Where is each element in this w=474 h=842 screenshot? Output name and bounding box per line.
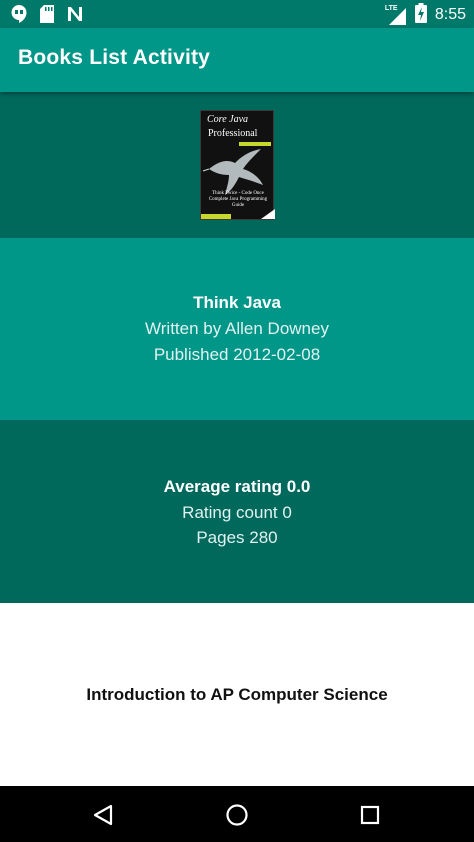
lte-signal-icon: LTE	[385, 5, 407, 25]
hangouts-icon	[10, 4, 28, 28]
book-info-section[interactable]: Think Java Written by Allen Downey Publi…	[0, 238, 474, 420]
cover-subtitle: Professional	[208, 128, 258, 139]
rating-count: Rating count 0	[182, 503, 292, 522]
page-title: Books List Activity	[18, 46, 211, 69]
book-cover-section[interactable]: Core Java Professional Think Twice - Cod…	[0, 92, 474, 238]
back-button[interactable]	[86, 798, 120, 832]
book-rating-section[interactable]: Average rating 0.0 Rating count 0 Pages …	[0, 420, 474, 603]
recents-button[interactable]	[353, 798, 387, 832]
list-item-title: Introduction to AP Computer Science	[86, 685, 388, 704]
status-bar: LTE 8:55	[0, 0, 474, 28]
book-author: Written by Allen Downey	[145, 319, 329, 338]
notification-icons	[10, 4, 84, 28]
home-circle-icon	[226, 804, 248, 826]
battery-charging-icon	[414, 3, 427, 27]
n-notification-icon	[66, 5, 84, 27]
book-published-date: Published 2012-02-08	[153, 345, 321, 364]
system-icons: LTE 8:55	[385, 3, 466, 27]
recents-square-icon	[360, 805, 380, 825]
page-count: Pages 280	[196, 528, 278, 547]
app-bar: Books List Activity	[0, 28, 474, 92]
list-item[interactable]: Introduction to AP Computer Science	[0, 603, 474, 786]
cover-tagline: Think Twice - Code Once Complete Java Pr…	[208, 191, 268, 208]
home-button[interactable]	[220, 798, 254, 832]
book-title: Think Java	[193, 293, 281, 312]
sd-card-icon	[40, 5, 54, 27]
clock: 8:55	[434, 6, 466, 23]
average-rating: Average rating 0.0	[163, 477, 311, 496]
back-triangle-icon	[93, 804, 113, 826]
book-cover-image[interactable]: Core Java Professional Think Twice - Cod…	[200, 110, 275, 220]
navigation-bar	[0, 786, 474, 842]
cover-footer-band	[201, 214, 231, 219]
cover-title: Core Java	[207, 114, 249, 125]
cover-footer	[201, 209, 275, 219]
